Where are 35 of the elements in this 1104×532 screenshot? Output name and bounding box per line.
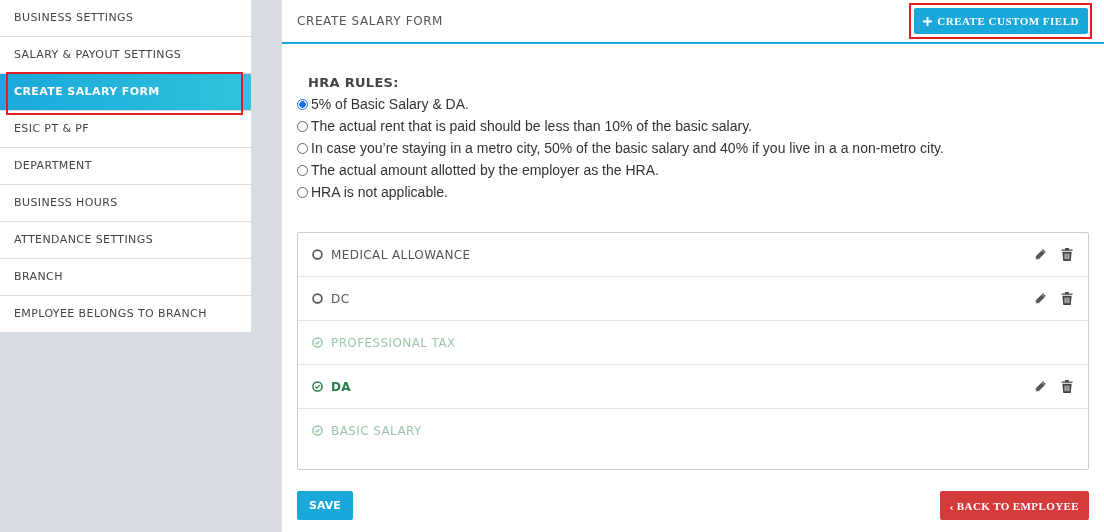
sidebar-item[interactable]: BUSINESS SETTINGS	[0, 0, 251, 37]
sidebar-item[interactable]: EMPLOYEE BELONGS TO BRANCH	[0, 296, 251, 333]
radio-button[interactable]	[297, 142, 308, 154]
radio-button[interactable]	[297, 98, 308, 110]
circle-icon[interactable]	[312, 293, 323, 304]
field-label: DC	[331, 291, 351, 306]
radio-button[interactable]	[297, 186, 308, 198]
field-label: MEDICAL ALLOWANCE	[331, 247, 472, 262]
sidebar-item[interactable]: ATTENDANCE SETTINGS	[0, 222, 251, 259]
trash-icon[interactable]	[1061, 248, 1073, 261]
sidebar-item[interactable]: BUSINESS HOURS	[0, 185, 251, 222]
sidebar-item[interactable]: ESIC PT & PF	[0, 111, 251, 148]
section-heading: HRA RULES:	[308, 75, 399, 90]
page-title: CREATE SALARY FORM	[297, 14, 444, 28]
radio-label: In case you’re staying in a metro city, 50% of the basic salary and 40% if you live in a a non-metro city.	[311, 140, 944, 156]
field-label: PROFESSIONAL TAX	[331, 335, 457, 350]
sidebar-item[interactable]: DEPARTMENT	[0, 148, 251, 185]
pencil-icon[interactable]	[1034, 248, 1047, 261]
pencil-icon[interactable]	[1034, 380, 1047, 393]
field-label: BASIC SALARY	[331, 423, 423, 438]
field-label: DA	[331, 379, 353, 394]
trash-icon[interactable]	[1061, 292, 1073, 305]
back-button[interactable]: ‹ BACK TO EMPLOYEE	[939, 491, 1089, 520]
radio-button[interactable]	[297, 120, 308, 132]
pencil-icon[interactable]	[1034, 292, 1047, 305]
radio-label: HRA is not applicable.	[311, 184, 448, 200]
radio-label: The actual amount allotted by the employer as the HRA.	[311, 162, 659, 178]
sidebar-item[interactable]: BRANCH	[0, 259, 251, 296]
trash-icon[interactable]	[1061, 380, 1073, 393]
radio-button[interactable]	[297, 164, 308, 176]
check-circle-icon[interactable]	[312, 381, 323, 392]
radio-label: The actual rent that is paid should be less than 10% of the basic salary.	[311, 118, 752, 134]
plus-icon	[923, 16, 933, 26]
circle-icon[interactable]	[312, 249, 323, 260]
radio-label: 5% of Basic Salary & DA.	[311, 96, 469, 112]
